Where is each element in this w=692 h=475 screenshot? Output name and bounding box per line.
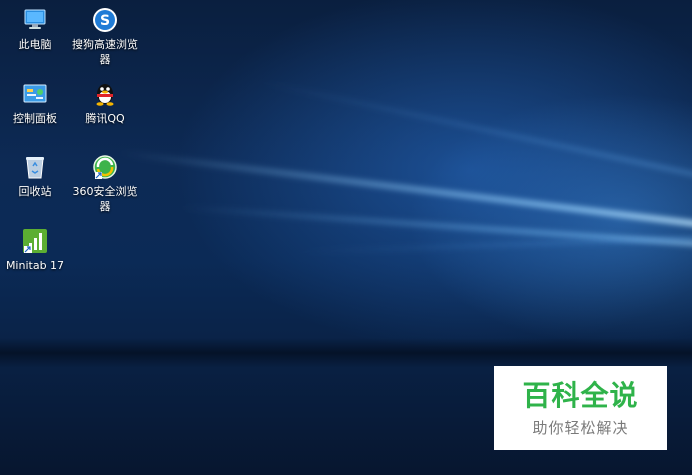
wallpaper-shadow-band: [0, 338, 692, 368]
desktop-icon-label: 控制面板: [13, 112, 57, 125]
desktop-icon-minitab[interactable]: Minitab 17: [1, 227, 69, 273]
desktop-icon-recycle-bin[interactable]: 回收站: [1, 153, 69, 199]
light-beam: [299, 233, 692, 254]
360-browser-icon: [91, 153, 119, 181]
desktop-icon-control-panel[interactable]: 控制面板: [1, 80, 69, 126]
light-beam: [179, 205, 692, 252]
desktop-icon-qq[interactable]: 腾讯QQ: [71, 80, 139, 126]
desktop-icon-label: 腾讯QQ: [85, 112, 125, 125]
light-beam: [119, 150, 692, 234]
control-panel-icon: [21, 80, 49, 108]
desktop-icon-360-browser[interactable]: 360安全浏览器: [71, 153, 139, 214]
minitab-icon: [21, 227, 49, 255]
svg-text:S: S: [100, 13, 110, 29]
desktop-background: 此电脑 S 搜狗高速浏览器 控制面板 腾讯QQ 回收站 360安全浏览器 Min…: [0, 0, 692, 475]
desktop-icon-sogou-browser[interactable]: S 搜狗高速浏览器: [71, 6, 139, 67]
watermark-title: 百科全说: [522, 378, 639, 412]
desktop-icon-label: 回收站: [18, 185, 52, 198]
sogou-browser-icon: S: [91, 6, 119, 34]
desktop-icon-label: 360安全浏览器: [72, 185, 138, 213]
light-beam: [259, 80, 692, 193]
desktop-icon-label: 此电脑: [18, 38, 52, 51]
recycle-bin-icon: [21, 153, 49, 181]
desktop-icon-label: 搜狗高速浏览器: [72, 38, 138, 66]
watermark-subtitle: 助你轻松解决: [532, 418, 629, 437]
watermark-logo: 百科全说 助你轻松解决: [494, 366, 667, 450]
desktop-icon-label: Minitab 17: [5, 259, 65, 272]
computer-icon: [21, 6, 49, 34]
desktop-icon-this-pc[interactable]: 此电脑: [1, 6, 69, 52]
qq-penguin-icon: [91, 80, 119, 108]
